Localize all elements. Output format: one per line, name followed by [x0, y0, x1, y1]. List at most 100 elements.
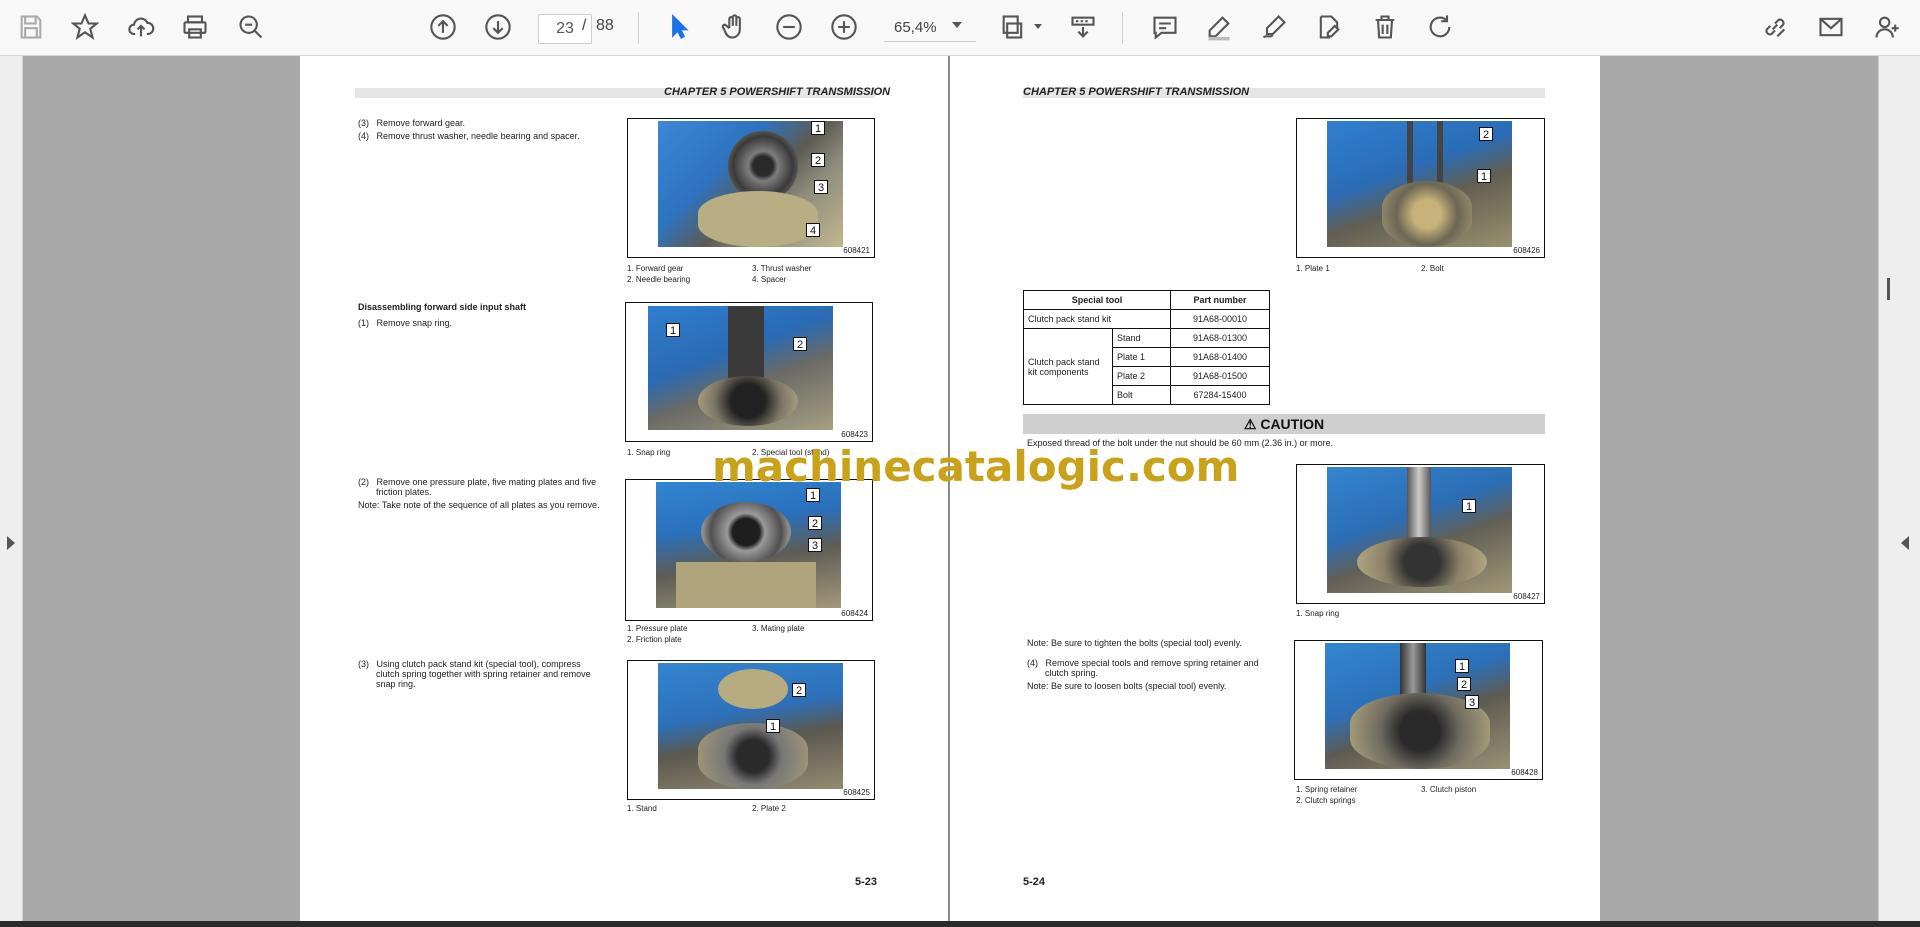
- save-icon[interactable]: [14, 10, 48, 44]
- callout-2: 2: [808, 516, 822, 530]
- figure-number: 608421: [843, 246, 870, 255]
- chevron-left-icon[interactable]: [1901, 536, 1909, 550]
- caution-label: CAUTION: [1260, 416, 1325, 432]
- callout-1: 1: [1455, 659, 1469, 673]
- table-cell: 91A68-00010: [1170, 309, 1270, 329]
- fit-page-icon[interactable]: [996, 10, 1030, 44]
- table-cell: 91A68-01400: [1170, 347, 1270, 367]
- toolbar: 23 / 88 65,4%: [0, 0, 1920, 56]
- figure-608424: 1 2 3 608424: [625, 479, 873, 621]
- callout-2: 2: [1457, 677, 1471, 691]
- vertical-scrollbar[interactable]: [1887, 278, 1890, 300]
- chapter-title: CHAPTER 5 POWERSHIFT TRANSMISSION: [664, 86, 891, 98]
- select-cursor-icon[interactable]: [662, 10, 696, 44]
- email-icon[interactable]: [1814, 10, 1848, 44]
- page-up-icon[interactable]: [426, 10, 460, 44]
- chevron-down-icon[interactable]: [952, 22, 962, 28]
- caption: 2. Plate 2: [752, 804, 786, 813]
- figure-number: 608424: [841, 609, 868, 618]
- callout-1: 1: [1477, 169, 1491, 183]
- callout-3: 3: [814, 180, 828, 194]
- caption: 2. Needle bearing: [627, 275, 691, 284]
- caption: 3. Clutch piston: [1421, 785, 1477, 794]
- figure-photo: [1325, 643, 1510, 769]
- table-cell: 67284-15400: [1170, 385, 1270, 405]
- note-text: Note: Be sure to loosen bolts (special t…: [1027, 681, 1227, 691]
- figure-608423: 1 2 608423: [625, 302, 873, 442]
- comment-icon[interactable]: [1148, 10, 1182, 44]
- step-text: (3) Remove forward gear.: [358, 118, 466, 128]
- callout-3: 3: [1465, 695, 1479, 709]
- caption: 1. Stand: [627, 804, 657, 813]
- table-cell: Clutch pack stand kit components: [1023, 328, 1113, 405]
- step-text: clutch spring together with spring retai…: [376, 669, 591, 679]
- right-panel-toggle[interactable]: [1878, 56, 1920, 921]
- housing-shape: [698, 191, 818, 247]
- figure-608428: 1 2 3 608428: [1294, 640, 1543, 780]
- plates-shape: [701, 502, 791, 562]
- callout-2: 2: [793, 337, 807, 351]
- callout-2: 2: [792, 683, 806, 697]
- highlight-pen-icon[interactable]: [1202, 10, 1236, 44]
- toolbar-separator: [638, 12, 639, 44]
- scroll-mode-icon[interactable]: [1066, 10, 1100, 44]
- print-icon[interactable]: [178, 10, 212, 44]
- page-number: 5-23: [855, 876, 878, 888]
- step-text: (4) Remove special tools and remove spri…: [1027, 658, 1259, 668]
- figure-number: 608426: [1513, 246, 1540, 255]
- plate-shape: [718, 669, 788, 709]
- housing-shape: [676, 562, 816, 608]
- caption: 4. Spacer: [752, 275, 787, 284]
- add-user-icon[interactable]: [1870, 10, 1904, 44]
- caption: 1. Snap ring: [1296, 609, 1340, 618]
- callout-4: 4: [806, 223, 820, 237]
- table-cell: Stand: [1111, 328, 1172, 348]
- bookmark-star-icon[interactable]: [68, 10, 102, 44]
- caution-banner: ⚠ CAUTION: [1023, 414, 1545, 434]
- housing-shape: [1357, 537, 1487, 587]
- chevron-down-icon[interactable]: [1034, 24, 1042, 29]
- figure-number: 608427: [1513, 592, 1540, 601]
- table-cell: Plate 1: [1111, 347, 1172, 367]
- delete-icon[interactable]: [1368, 10, 1402, 44]
- caption: 1. Snap ring: [627, 448, 671, 457]
- chevron-right-icon[interactable]: [7, 536, 15, 550]
- table-cell: 91A68-01500: [1170, 366, 1270, 386]
- chapter-title: CHAPTER 5 POWERSHIFT TRANSMISSION: [1023, 86, 1250, 98]
- draw-sign-icon[interactable]: [1257, 10, 1291, 44]
- step-text: snap ring.: [376, 679, 416, 689]
- edit-pdf-icon[interactable]: [1312, 10, 1346, 44]
- callout-2: 2: [811, 153, 825, 167]
- zoom-in-icon[interactable]: [827, 10, 861, 44]
- zoom-out-icon[interactable]: [772, 10, 806, 44]
- upload-cloud-icon[interactable]: [124, 10, 158, 44]
- page-separator: /: [582, 17, 587, 34]
- table-cell: 91A68-01300: [1170, 328, 1270, 348]
- zoom-search-icon[interactable]: [234, 10, 268, 44]
- caption: 2. Bolt: [1421, 264, 1444, 273]
- figure-608425: 2 1 608425: [627, 660, 875, 800]
- step-text: (2) Remove one pressure plate, five mati…: [358, 477, 597, 487]
- rotate-icon[interactable]: [1423, 10, 1457, 44]
- step-text: friction plates.: [376, 487, 432, 497]
- page-down-icon[interactable]: [481, 10, 515, 44]
- table-header: Special tool: [1022, 290, 1172, 310]
- table-cell: Bolt: [1111, 385, 1172, 405]
- hand-pan-icon[interactable]: [717, 10, 751, 44]
- zoom-level-field[interactable]: 65,4%: [884, 14, 976, 42]
- left-panel-toggle[interactable]: [0, 56, 23, 921]
- total-pages: 88: [596, 17, 614, 34]
- bottom-bar: [0, 921, 1920, 927]
- figure-608427: 1 608427: [1296, 464, 1545, 604]
- share-link-icon[interactable]: [1758, 10, 1792, 44]
- housing-shape: [698, 376, 798, 426]
- table-cell: Clutch pack stand kit: [1022, 309, 1172, 329]
- callout-1: 1: [811, 121, 825, 135]
- caption: 2. Clutch springs: [1296, 796, 1356, 805]
- step-text: (4) Remove thrust washer, needle bearing…: [358, 131, 580, 141]
- step-text: clutch spring.: [1045, 668, 1099, 678]
- callout-1: 1: [666, 323, 680, 337]
- figure-number: 608425: [843, 788, 870, 797]
- caption: 1. Plate 1: [1296, 264, 1330, 273]
- figure-photo: [1327, 467, 1512, 593]
